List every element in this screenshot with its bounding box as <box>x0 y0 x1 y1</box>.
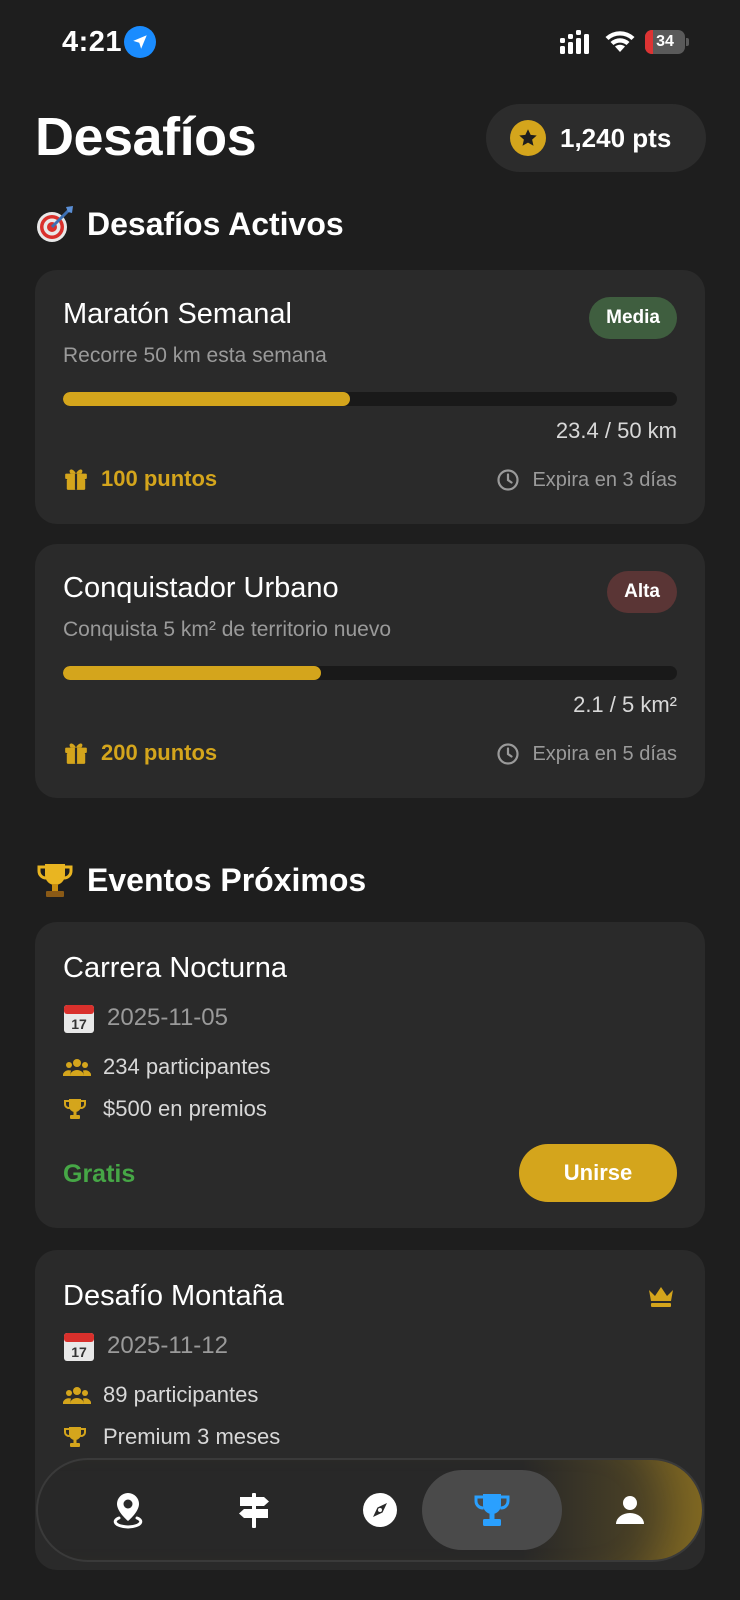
page-title: Desafíos <box>35 107 257 167</box>
gift-icon <box>65 469 87 490</box>
points-badge[interactable]: 1,240 pts <box>486 104 706 172</box>
clock-icon <box>497 469 520 491</box>
event-date-label: 2025-11-05 <box>107 1004 228 1031</box>
difficulty-badge: Media <box>589 297 677 339</box>
status-time: 4:21 <box>62 26 123 58</box>
expiry: Expira en 3 días <box>496 468 677 492</box>
reward: 200 puntos <box>63 740 217 766</box>
event-prize: Premium 3 meses <box>63 1424 280 1450</box>
trophy-small-icon <box>63 1099 87 1119</box>
progress-fill <box>63 392 351 406</box>
trophy-emoji-icon <box>37 864 73 897</box>
battery-icon: 34 <box>645 30 689 54</box>
wifi-icon <box>605 31 635 52</box>
event-price: Gratis <box>63 1160 136 1188</box>
challenge-card[interactable]: Conquistador Urbano Alta Conquista 5 km²… <box>35 544 705 798</box>
svg-text:17: 17 <box>71 1344 87 1360</box>
crown-icon <box>649 1287 673 1307</box>
section-title: Eventos Próximos <box>87 861 367 898</box>
active-challenges-header: Desafíos Activos <box>35 204 344 244</box>
event-date: 17 2025-11-05 <box>63 1002 228 1034</box>
event-card[interactable]: Carrera Nocturna 17 2025-11-05 234 parti… <box>35 922 705 1228</box>
profile-icon <box>616 1496 644 1524</box>
tab-map[interactable] <box>66 1470 190 1550</box>
svg-text:17: 17 <box>71 1016 87 1032</box>
target-icon <box>37 206 73 242</box>
points-value: 1,240 pts <box>560 122 672 153</box>
difficulty-badge: Alta <box>607 571 677 613</box>
compass-icon <box>363 1493 397 1527</box>
signal-icon <box>560 30 589 54</box>
location-arrow-icon <box>124 26 156 58</box>
event-date: 17 2025-11-12 <box>63 1330 228 1362</box>
prize-label: $500 en premios <box>103 1096 267 1121</box>
trophy-small-icon <box>63 1427 87 1447</box>
map-pin-icon <box>113 1493 143 1529</box>
event-date-label: 2025-11-12 <box>107 1332 228 1359</box>
participants-label: 234 participantes <box>103 1054 271 1079</box>
reward-label: 100 puntos <box>101 466 218 491</box>
progress-label: 23.4 / 50 km <box>555 418 677 443</box>
calendar-icon: 17 <box>64 1005 94 1033</box>
battery-level: 34 <box>656 33 674 50</box>
star-icon <box>510 120 546 156</box>
gift-icon <box>65 743 87 764</box>
section-title: Desafíos Activos <box>87 205 344 242</box>
reward-label: 200 puntos <box>101 740 218 765</box>
prize-label: Premium 3 meses <box>103 1424 281 1449</box>
reward: 100 puntos <box>63 466 217 492</box>
event-participants: 234 participantes <box>63 1054 271 1080</box>
challenge-card[interactable]: Maratón Semanal Media Recorre 50 km esta… <box>35 270 705 524</box>
event-prize: $500 en premios <box>63 1096 267 1122</box>
trophy-icon <box>474 1494 510 1526</box>
challenge-title: Conquistador Urbano <box>63 572 339 604</box>
status-bar: 4:21 34 <box>0 0 740 84</box>
tab-challenges[interactable] <box>422 1470 562 1550</box>
upcoming-events-header: Eventos Próximos <box>35 860 366 900</box>
challenge-progress-bar <box>63 392 677 406</box>
signpost-icon <box>239 1493 269 1528</box>
expiry-label: Expira en 5 días <box>532 742 677 765</box>
challenge-title: Maratón Semanal <box>63 298 292 330</box>
challenge-description: Recorre 50 km esta semana <box>63 344 327 367</box>
challenge-description: Conquista 5 km² de territorio nuevo <box>63 618 391 641</box>
expiry: Expira en 5 días <box>496 742 677 766</box>
event-title: Carrera Nocturna <box>63 952 288 984</box>
expiry-label: Expira en 3 días <box>532 468 677 491</box>
users-icon <box>63 1059 91 1076</box>
progress-label: 2.1 / 5 km² <box>573 692 677 717</box>
progress-fill <box>63 666 321 680</box>
clock-icon <box>497 743 520 765</box>
tab-profile[interactable] <box>568 1470 692 1550</box>
calendar-icon: 17 <box>64 1333 94 1361</box>
challenge-progress-bar <box>63 666 677 680</box>
users-icon <box>63 1387 91 1404</box>
participants-label: 89 participantes <box>103 1382 259 1407</box>
bottom-tab-bar <box>36 1458 704 1562</box>
event-title: Desafío Montaña <box>63 1280 284 1312</box>
join-button[interactable]: Unirse <box>519 1144 677 1202</box>
tab-routes[interactable] <box>192 1470 316 1550</box>
event-participants: 89 participantes <box>63 1382 258 1408</box>
